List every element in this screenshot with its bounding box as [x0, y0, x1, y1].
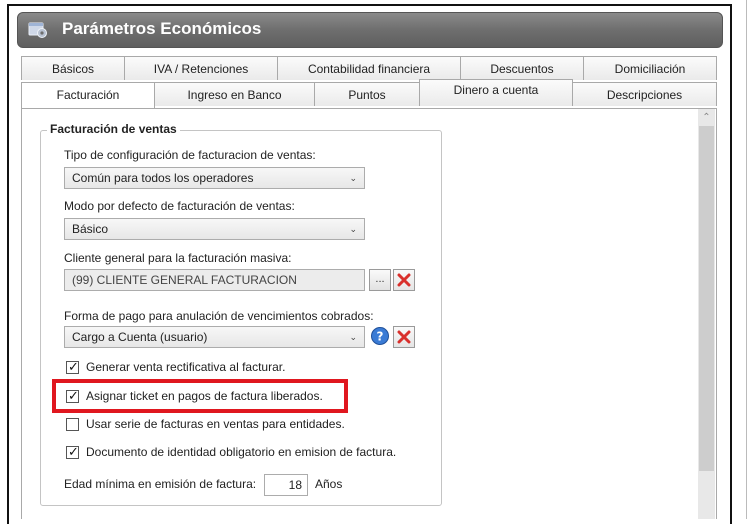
svg-text:?: ?: [377, 330, 384, 344]
highlight-box: [52, 379, 348, 413]
modo-defecto-value: Básico: [72, 222, 109, 236]
check-label: Generar venta rectificativa al facturar.: [86, 360, 286, 374]
cliente-general-field[interactable]: (99) CLIENTE GENERAL FACTURACION: [64, 269, 365, 291]
help-button[interactable]: ?: [369, 326, 391, 348]
chevron-down-icon: ⌄: [349, 332, 357, 342]
tab-puntos[interactable]: Puntos: [314, 82, 420, 106]
tab-basicos[interactable]: Básicos: [21, 56, 125, 80]
window-title: Parámetros Económicos: [62, 19, 262, 38]
tab-ingreso-banco[interactable]: Ingreso en Banco: [154, 82, 315, 106]
tab-domiciliacion[interactable]: Domiciliación: [583, 56, 717, 80]
cliente-general-label: Cliente general para la facturación masi…: [64, 251, 292, 265]
tab-facturacion[interactable]: Facturación: [21, 82, 155, 108]
tab-dinero-cuenta[interactable]: Dinero a cuenta: [419, 79, 573, 106]
tab-descuentos[interactable]: Descuentos: [460, 56, 584, 80]
browse-client-button[interactable]: ...: [369, 269, 391, 291]
checkmark-icon: ✓: [68, 359, 79, 374]
checkmark-icon: ✓: [68, 444, 79, 459]
tab-label: Ingreso en Banco: [187, 88, 282, 102]
modo-defecto-label: Modo por defecto de facturación de venta…: [64, 199, 295, 213]
tab-label: Facturación: [56, 88, 120, 102]
forma-pago-select[interactable]: Cargo a Cuenta (usuario) ⌄: [64, 326, 365, 348]
browse-button-label: ...: [375, 273, 385, 285]
group-title: Facturación de ventas: [47, 122, 180, 136]
title-bar: Parámetros Económicos: [17, 12, 723, 48]
tab-iva-retenciones[interactable]: IVA / Retenciones: [124, 56, 278, 80]
scroll-up-icon[interactable]: ⌃: [698, 109, 715, 126]
modo-defecto-select[interactable]: Básico ⌄: [64, 218, 365, 240]
checkbox[interactable]: [66, 418, 79, 431]
chevron-down-icon: ⌄: [349, 224, 357, 234]
check-label: Usar serie de facturas en ventas para en…: [86, 417, 345, 431]
tab-label: Domiciliación: [614, 62, 686, 76]
tipo-config-label: Tipo de configuración de facturacion de …: [64, 148, 316, 162]
scroll-thumb[interactable]: [699, 126, 714, 471]
tab-label: Descuentos: [490, 62, 554, 76]
edad-minima-input[interactable]: 18: [264, 474, 308, 496]
vertical-scrollbar[interactable]: ⌃: [698, 109, 715, 519]
tab-label: Contabilidad financiera: [307, 62, 431, 76]
clear-client-button[interactable]: [393, 269, 415, 291]
tab-descripciones[interactable]: Descripciones: [572, 82, 717, 106]
tab-label: IVA / Retenciones: [153, 62, 249, 76]
delete-icon: [397, 330, 411, 344]
check-label: Documento de identidad obligatorio en em…: [86, 445, 397, 459]
background-edge: [740, 0, 756, 519]
settings-window-icon: [28, 21, 48, 39]
checkbox[interactable]: ✓: [66, 359, 79, 374]
edad-minima-label: Edad mínima en emisión de factura:: [64, 477, 257, 491]
tab-label: Descripciones: [606, 88, 683, 102]
tipo-config-select[interactable]: Común para todos los operadores ⌄: [64, 167, 365, 189]
tab-contabilidad-financiera[interactable]: Contabilidad financiera: [277, 56, 461, 80]
chevron-down-icon: ⌄: [349, 173, 357, 183]
tab-label: Básicos: [51, 62, 95, 76]
forma-pago-value: Cargo a Cuenta (usuario): [72, 330, 208, 344]
checkbox[interactable]: ✓: [66, 444, 79, 459]
tab-label: Dinero a cuenta: [453, 83, 539, 97]
tab-label: Puntos: [348, 88, 386, 102]
cliente-general-value: (99) CLIENTE GENERAL FACTURACION: [72, 273, 297, 287]
help-icon: ?: [371, 327, 389, 345]
delete-icon: [397, 273, 411, 287]
forma-pago-label: Forma de pago para anulación de vencimie…: [64, 309, 374, 323]
tipo-config-value: Común para todos los operadores: [72, 171, 254, 185]
edad-minima-unit: Años: [315, 477, 343, 491]
clear-payment-button[interactable]: [393, 326, 415, 348]
